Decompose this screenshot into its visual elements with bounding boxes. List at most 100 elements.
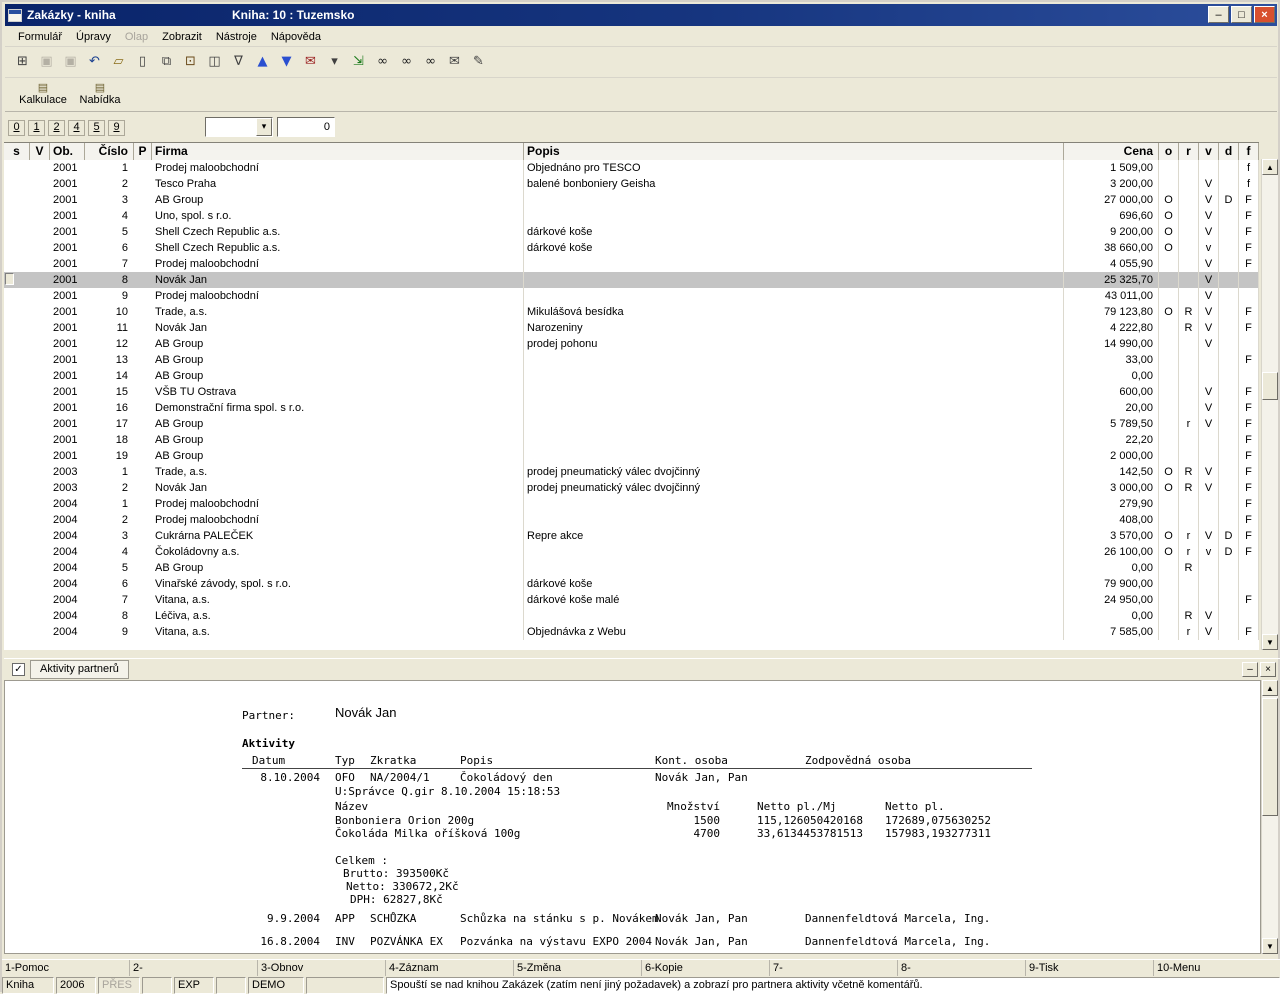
table-row[interactable]: 2004 2 Prodej maloobchodní 408,00 F bbox=[4, 512, 1259, 528]
tree-new-icon[interactable]: ⊞ bbox=[11, 51, 34, 74]
column-header[interactable]: d bbox=[1219, 143, 1239, 160]
table-row[interactable]: 2003 2 Novák Jan prodej pneumatický vále… bbox=[4, 480, 1259, 496]
table-row[interactable]: 2001 6 Shell Czech Republic a.s. dárkové… bbox=[4, 240, 1259, 256]
function-key[interactable]: 2- bbox=[130, 960, 258, 976]
menu-item[interactable]: Formulář bbox=[11, 29, 69, 45]
column-header[interactable]: Ob. bbox=[50, 143, 85, 160]
import-icon[interactable]: ⇲ bbox=[347, 51, 370, 74]
panel-scrollbar[interactable]: ▲ ▼ bbox=[1261, 680, 1278, 954]
sort-down-icon[interactable]: ▼ bbox=[275, 51, 298, 74]
function-key[interactable]: 8- bbox=[898, 960, 1026, 976]
table-row[interactable]: 2001 2 Tesco Praha balené bonboniery Gei… bbox=[4, 176, 1259, 192]
column-header[interactable]: P bbox=[134, 143, 152, 160]
digit-button[interactable]: 5 bbox=[88, 120, 105, 136]
table-row[interactable]: 2001 16 Demonstrační firma spol. s r.o. … bbox=[4, 400, 1259, 416]
panel-close-button[interactable]: × bbox=[1260, 662, 1276, 677]
menu-item[interactable]: Nápověda bbox=[264, 29, 328, 45]
table-row[interactable]: 2001 4 Uno, spol. s r.o. 696,60 O V F bbox=[4, 208, 1259, 224]
table-row[interactable]: 2001 7 Prodej maloobchodní 4 055,90 V F bbox=[4, 256, 1259, 272]
column-header[interactable]: Popis bbox=[524, 143, 1064, 160]
maximize-button[interactable]: □ bbox=[1231, 6, 1252, 23]
table-row[interactable]: 2001 5 Shell Czech Republic a.s. dárkové… bbox=[4, 224, 1259, 240]
digit-button[interactable]: 0 bbox=[8, 120, 25, 136]
panel-minimize-button[interactable]: – bbox=[1242, 662, 1258, 677]
column-header[interactable]: f bbox=[1239, 143, 1259, 160]
function-key[interactable]: 9-Tisk bbox=[1026, 960, 1154, 976]
table-row[interactable]: 2001 13 AB Group 33,00 F bbox=[4, 352, 1259, 368]
new-message-dropdown-icon[interactable]: ▾ bbox=[323, 51, 346, 74]
menu-item[interactable]: Nástroje bbox=[209, 29, 264, 45]
table-row[interactable]: 2004 8 Léčiva, a.s. 0,00 R V bbox=[4, 608, 1259, 624]
scroll-down-icon[interactable]: ▼ bbox=[1262, 634, 1278, 650]
table-row[interactable]: 2004 1 Prodej maloobchodní 279,90 F bbox=[4, 496, 1259, 512]
menu-item[interactable]: Úpravy bbox=[69, 29, 118, 45]
column-header[interactable]: Firma bbox=[152, 143, 524, 160]
column-header[interactable]: Cena bbox=[1064, 143, 1159, 160]
column-header[interactable]: r bbox=[1179, 143, 1199, 160]
filter-icon[interactable]: ∇ bbox=[227, 51, 250, 74]
table-row[interactable]: 2001 9 Prodej maloobchodní 43 011,00 V bbox=[4, 288, 1259, 304]
filter-value-field[interactable] bbox=[277, 117, 335, 137]
function-key[interactable]: 7- bbox=[770, 960, 898, 976]
table-row[interactable]: 2001 15 VŠB TU Ostrava 600,00 V F bbox=[4, 384, 1259, 400]
nabidka-button[interactable]: ▤ Nabídka bbox=[73, 79, 127, 110]
scroll-up-icon[interactable]: ▲ bbox=[1262, 680, 1278, 696]
scrollbar-thumb[interactable] bbox=[1262, 698, 1278, 816]
table-row[interactable]: 2001 19 AB Group 2 000,00 F bbox=[4, 448, 1259, 464]
find-selected-icon[interactable]: ∞ bbox=[419, 51, 442, 74]
save-as-icon[interactable]: ▣ bbox=[59, 51, 82, 74]
column-header[interactable]: V bbox=[30, 143, 50, 160]
column-header[interactable]: v bbox=[1199, 143, 1219, 160]
function-key[interactable]: 5-Změna bbox=[514, 960, 642, 976]
function-key[interactable]: 1-Pomoc bbox=[2, 960, 130, 976]
undo-icon[interactable]: ↶ bbox=[83, 51, 106, 74]
function-key[interactable]: 3-Obnov bbox=[258, 960, 386, 976]
table-row[interactable]: 2001 18 AB Group 22,20 F bbox=[4, 432, 1259, 448]
open-icon[interactable]: ▱ bbox=[107, 51, 130, 74]
save-icon[interactable]: ▣ bbox=[35, 51, 58, 74]
function-key[interactable]: 10-Menu bbox=[1154, 960, 1280, 976]
table-row[interactable]: 2001 3 AB Group 27 000,00 O V D F bbox=[4, 192, 1259, 208]
new-message-icon[interactable]: ✉ bbox=[299, 51, 322, 74]
table-row[interactable]: 2001 1 Prodej maloobchodní Objednáno pro… bbox=[4, 160, 1259, 176]
envelope-icon[interactable]: ✉ bbox=[443, 51, 466, 74]
digit-button[interactable]: 9 bbox=[108, 120, 125, 136]
close-button[interactable]: × bbox=[1254, 6, 1275, 23]
table-row[interactable]: 2004 7 Vitana, a.s. dárkové koše malé 24… bbox=[4, 592, 1259, 608]
aktivity-checkbox[interactable]: ✓ bbox=[12, 663, 25, 676]
find-icon[interactable]: ∞ bbox=[371, 51, 394, 74]
column-header[interactable]: s bbox=[4, 143, 30, 160]
copy-icon[interactable]: ⧉ bbox=[155, 51, 178, 74]
table-row[interactable]: 2004 9 Vitana, a.s. Objednávka z Webu 7 … bbox=[4, 624, 1259, 640]
table-scrollbar[interactable]: ▲ ▼ bbox=[1261, 159, 1278, 650]
table-row[interactable]: 2001 14 AB Group 0,00 bbox=[4, 368, 1259, 384]
function-key[interactable]: 6-Kopie bbox=[642, 960, 770, 976]
scroll-down-icon[interactable]: ▼ bbox=[1262, 938, 1278, 954]
table-row[interactable]: 2004 4 Čokoládovny a.s. 26 100,00 O r v … bbox=[4, 544, 1259, 560]
table-row[interactable]: 2001 12 AB Group prodej pohonu 14 990,00… bbox=[4, 336, 1259, 352]
table-row[interactable]: 2004 6 Vinařské závody, spol. s r.o. dár… bbox=[4, 576, 1259, 592]
filter-combobox[interactable]: ▾ bbox=[205, 117, 273, 137]
pages-icon[interactable]: ◫ bbox=[203, 51, 226, 74]
table-row[interactable]: 2001 17 AB Group 5 789,50 r V F bbox=[4, 416, 1259, 432]
find-next-icon[interactable]: ∞ bbox=[395, 51, 418, 74]
column-header[interactable]: Číslo bbox=[85, 143, 134, 160]
digit-button[interactable]: 2 bbox=[48, 120, 65, 136]
table-row[interactable]: 2001 8 Novák Jan 25 325,70 V bbox=[4, 272, 1259, 288]
minimize-button[interactable]: – bbox=[1208, 6, 1229, 23]
table-row[interactable]: 2001 10 Trade, a.s. Mikulášová besídka 7… bbox=[4, 304, 1259, 320]
paste-icon[interactable]: ⊡ bbox=[179, 51, 202, 74]
dropdown-icon[interactable]: ▾ bbox=[256, 118, 272, 136]
table-row[interactable]: 2001 11 Novák Jan Narozeniny 4 222,80 R … bbox=[4, 320, 1259, 336]
scroll-up-icon[interactable]: ▲ bbox=[1262, 159, 1278, 175]
table-row[interactable]: 2003 1 Trade, a.s. prodej pneumatický vá… bbox=[4, 464, 1259, 480]
menu-item[interactable]: Olap bbox=[118, 29, 155, 45]
column-header[interactable]: o bbox=[1159, 143, 1179, 160]
table-row[interactable]: 2004 5 AB Group 0,00 R bbox=[4, 560, 1259, 576]
new-doc-icon[interactable]: ▯ bbox=[131, 51, 154, 74]
scrollbar-thumb[interactable] bbox=[1262, 372, 1278, 400]
sort-up-icon[interactable]: ▲ bbox=[251, 51, 274, 74]
digit-button[interactable]: 4 bbox=[68, 120, 85, 136]
edit-icon[interactable]: ✎ bbox=[467, 51, 490, 74]
menu-item[interactable]: Zobrazit bbox=[155, 29, 209, 45]
